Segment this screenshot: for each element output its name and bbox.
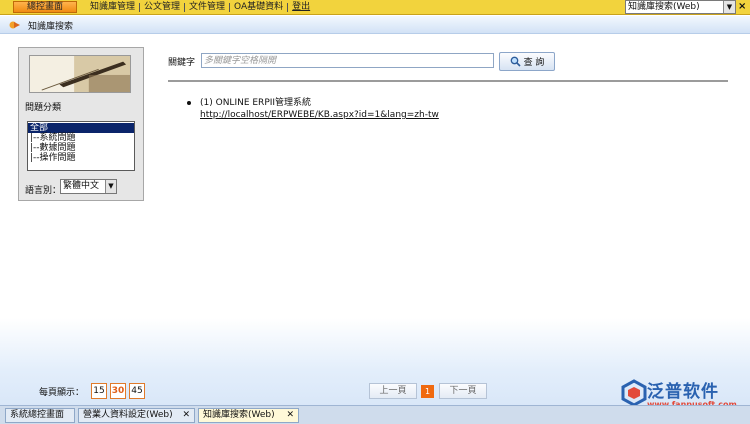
- keyword-label: 關鍵字: [168, 58, 196, 68]
- menu-item-oa-basic-data[interactable]: OA基礎資料: [230, 1, 287, 14]
- search-button-label: 查 詢: [523, 58, 545, 68]
- fanpu-logo-icon: [621, 379, 647, 407]
- per-page-label: 每頁顯示：: [39, 388, 85, 398]
- per-page-option-15[interactable]: 15: [91, 383, 107, 399]
- keyword-input[interactable]: [201, 53, 494, 68]
- search-button[interactable]: 查 詢: [499, 52, 555, 71]
- category-item-system[interactable]: |--系統問題: [28, 133, 134, 143]
- top-menu-bar: 總控畫面 知識庫管理 公文管理 文件管理 OA基礎資料 登出 知識庫搜索(Web…: [0, 0, 750, 15]
- logout-link[interactable]: 登出: [288, 1, 314, 14]
- chevron-down-icon[interactable]: ▼: [105, 180, 116, 193]
- tab-label: 營業人資料設定(Web): [83, 410, 173, 420]
- home-button[interactable]: 總控畫面: [13, 1, 77, 13]
- knowledge-arrow-icon: [9, 21, 20, 29]
- page-title: 知識庫搜索: [28, 22, 74, 32]
- next-page-button[interactable]: 下一頁: [439, 383, 487, 399]
- prev-page-button[interactable]: 上一頁: [369, 383, 417, 399]
- category-panel: 問題分類 全部 |--系統問題 |--數據問題 |--操作問題 語言別： 繁體中…: [18, 47, 144, 201]
- module-select[interactable]: 知識庫搜索(Web) ▼: [625, 0, 736, 14]
- language-select[interactable]: 繁體中文 ▼: [60, 179, 117, 194]
- bullet-icon: [187, 101, 191, 105]
- close-icon[interactable]: ✕: [286, 409, 294, 422]
- tab-business-settings[interactable]: 營業人資料設定(Web) ✕: [78, 408, 195, 423]
- current-page[interactable]: 1: [421, 385, 434, 398]
- search-icon: [510, 56, 521, 67]
- category-label: 問題分類: [25, 103, 62, 113]
- close-icon[interactable]: ✕: [182, 409, 190, 422]
- module-select-value: 知識庫搜索(Web): [628, 2, 700, 12]
- language-select-value: 繁體中文: [63, 181, 100, 191]
- list-item: (1) ONLINE ERPII管理系統 http://localhost/ER…: [187, 97, 707, 121]
- category-list[interactable]: 全部 |--系統問題 |--數據問題 |--操作問題: [27, 121, 135, 171]
- result-list: (1) ONLINE ERPII管理系統 http://localhost/ER…: [187, 97, 707, 121]
- language-label: 語言別：: [25, 186, 62, 196]
- tab-label: 知識庫搜索(Web): [203, 410, 275, 420]
- tab-knowledge-search[interactable]: 知識庫搜索(Web) ✕: [198, 408, 299, 423]
- close-icon[interactable]: ×: [738, 1, 746, 13]
- category-item-data[interactable]: |--數據問題: [28, 143, 134, 153]
- menu-item-knowledge-base[interactable]: 知識庫管理: [86, 1, 139, 14]
- chevron-down-icon[interactable]: ▼: [723, 1, 735, 13]
- main-menu: 知識庫管理 公文管理 文件管理 OA基礎資料 登出: [86, 1, 314, 14]
- tab-system-dashboard[interactable]: 系統總控畫面: [5, 408, 75, 423]
- menu-item-documents[interactable]: 公文管理: [140, 1, 184, 14]
- per-page-option-30[interactable]: 30: [110, 383, 126, 399]
- result-title: (1) ONLINE ERPII管理系統: [200, 98, 312, 108]
- pen-banner-image: [29, 55, 131, 93]
- logo-text: 泛普软件: [647, 382, 719, 402]
- page-header: 知識庫搜索: [0, 16, 750, 34]
- category-item-operation[interactable]: |--操作問題: [28, 153, 134, 163]
- per-page-option-45[interactable]: 45: [129, 383, 145, 399]
- tab-bar: 系統總控畫面 營業人資料設定(Web) ✕ 知識庫搜索(Web) ✕: [0, 405, 750, 424]
- divider: [168, 80, 728, 82]
- result-link[interactable]: http://localhost/ERPWEBE/KB.aspx?id=1&la…: [200, 109, 707, 121]
- tab-label: 系統總控畫面: [10, 410, 65, 420]
- category-item-all[interactable]: 全部: [28, 123, 134, 133]
- menu-item-files[interactable]: 文件管理: [185, 1, 229, 14]
